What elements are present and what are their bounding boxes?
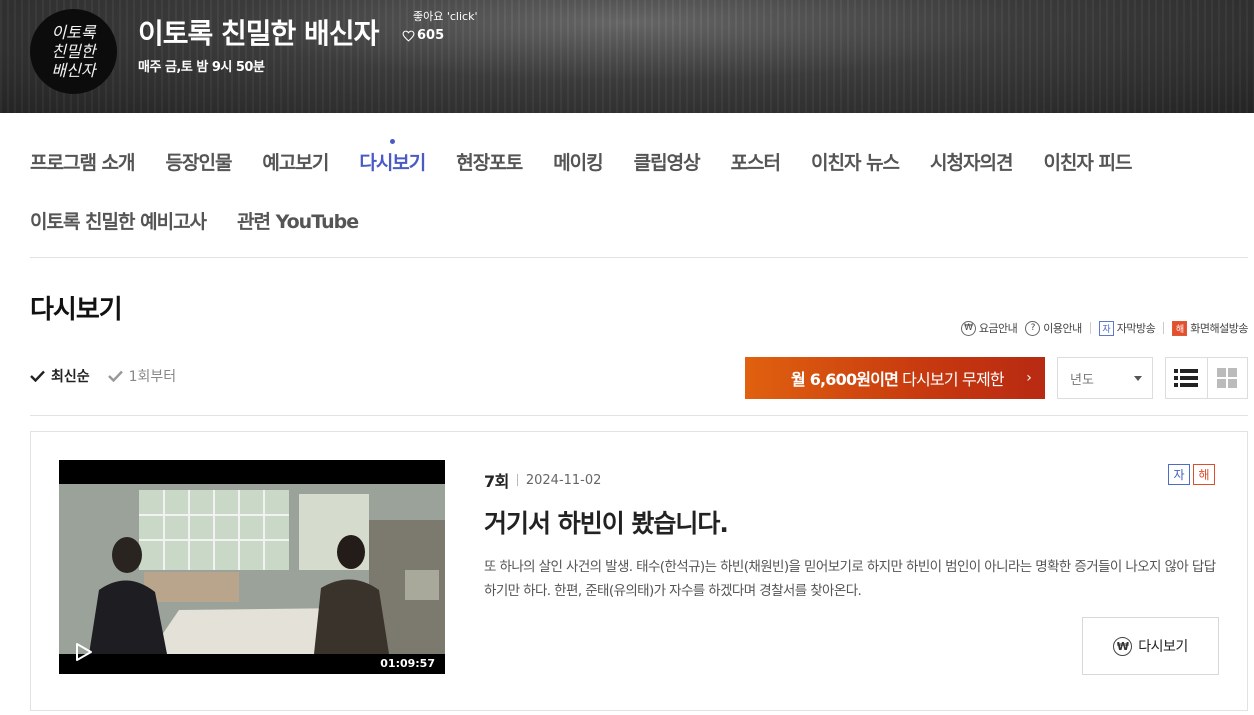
grid-view-button[interactable] [1206,358,1248,398]
divider [1163,322,1165,334]
grid-icon [1217,368,1238,388]
nav-item-row1-10[interactable]: 이친자 피드 [1043,148,1132,175]
nav-item-row1-9[interactable]: 시청자의견 [930,148,1013,175]
caret-down-icon [1134,376,1142,381]
list-view-button[interactable] [1166,358,1207,398]
nav-item-row1-7[interactable]: 포스터 [731,148,781,175]
nav-item-row2-1[interactable]: 관련 YouTube [237,207,359,234]
nav-row-2: 이토록 친밀한 예비고사 관련 YouTube [30,204,1248,236]
subtitle-badge: 자 [1168,464,1190,485]
nav-item-row2-0[interactable]: 이토록 친밀한 예비고사 [30,207,207,234]
won-circle-icon: ₩ [960,320,976,336]
won-circle-icon: ₩ [1113,636,1133,656]
like-button[interactable]: 605 [402,28,444,43]
nav-item-row1-5[interactable]: 메이킹 [553,148,603,175]
logo-line-2: 친밀한 [51,42,96,61]
question-circle-icon: ? [1025,320,1041,336]
episode-number: 7회 [484,472,509,491]
subtitle-broadcast-label: 자막방송 [1116,322,1156,335]
usage-guide-label: 이용안내 [1043,322,1082,335]
sort-options: 최신순 1회부터 [30,366,176,386]
divider [516,474,518,486]
logo-line-1: 이토록 [51,23,96,42]
audio-description-icon: 해 [1172,320,1188,336]
sort-first-button[interactable]: 1회부터 [107,366,177,386]
usage-guide-link[interactable]: ? 이용안내 [1025,320,1082,336]
subtitle-icon: 자 [1098,320,1114,336]
promo-price: 월 6,600원이면 [791,370,899,389]
nav-item-row1-3[interactable]: 다시보기 [359,138,426,175]
episode-badges: 자 해 [1168,464,1215,485]
fee-guide-label: 요금안내 [978,322,1018,335]
logo-line-3: 배신자 [51,61,96,80]
episode-meta: 7회 2024-11-02 [484,468,601,492]
thumbnail-scene-image [59,460,445,674]
program-header: 이토록 친밀한 배신자 이토록 친밀한 배신자 좋아요 'click' 605 … [0,0,1254,113]
check-icon [107,370,123,382]
episode-date: 2024-11-02 [525,472,602,488]
broadcast-schedule: 매주 금,토 밤 9시 50분 [138,60,265,75]
nav-item-row1-2[interactable]: 예고보기 [262,148,329,175]
episode-title[interactable]: 거기서 하빈이 봤습니다. [484,504,729,540]
audio-description-link[interactable]: 해 화면해설방송 [1172,320,1248,336]
play-icon [76,643,92,661]
nav-item-row1-8[interactable]: 이친자 뉴스 [811,148,900,175]
rewatch-label: 다시보기 [1138,639,1188,655]
audio-description-badge: 해 [1193,464,1215,485]
divider [30,257,1248,258]
page-title: 다시보기 [30,295,123,325]
audio-description-label: 화면해설방송 [1190,322,1248,335]
episode-thumbnail[interactable]: 01:09:57 [59,460,445,674]
nav-item-row1-6[interactable]: 클립영상 [634,148,701,175]
divider [30,415,1248,416]
like-click-label[interactable]: 좋아요 'click' [413,8,477,24]
year-select[interactable]: 년도 [1057,357,1153,399]
nav-item-row1-0[interactable]: 프로그램 소개 [30,148,135,175]
chevron-right-icon: › [1026,370,1032,386]
nav-row-1: 프로그램 소개 등장인물 예고보기 다시보기 현장포토 메이킹 클립영상 포스터 이친자 뉴스 시… [30,138,1248,177]
nav-item-row1-4[interactable]: 현장포토 [456,148,523,175]
program-nav: 프로그램 소개 등장인물 예고보기 다시보기 현장포토 메이킹 클립영상 포스터 이친자 뉴스 시… [30,138,1248,236]
view-toggle [1165,357,1248,399]
subtitle-broadcast-link[interactable]: 자 자막방송 [1098,320,1156,336]
sort-first-label: 1회부터 [128,369,177,385]
episode-description: 또 하나의 살인 사건의 발생. 태수(한석규)는 하빈(채원빈)을 믿어보기로… [484,559,1216,599]
check-icon [30,370,45,382]
episode-duration: 01:09:57 [380,657,435,670]
subscription-promo-button[interactable]: 월 6,600원이면 다시보기 무제한 › [745,357,1045,399]
promo-text: 다시보기 무제한 [902,370,1005,389]
like-count: 605 [417,28,445,43]
program-title: 이토록 친밀한 배신자 [138,17,379,50]
info-links: ₩ 요금안내 ? 이용안내 자 자막방송 해 화면해설방송 [960,320,1248,336]
year-select-value: 년도 [1070,372,1094,388]
fee-guide-link[interactable]: ₩ 요금안내 [960,320,1018,336]
sort-latest-label: 최신순 [51,369,90,385]
list-icon [1174,369,1199,387]
heart-icon [402,30,415,42]
rewatch-button[interactable]: ₩ 다시보기 [1082,617,1219,675]
program-logo[interactable]: 이토록 친밀한 배신자 [30,9,117,94]
sort-latest-button[interactable]: 최신순 [30,366,90,386]
nav-item-row1-1[interactable]: 등장인물 [166,148,233,175]
divider [1089,322,1091,334]
episode-card: 01:09:57 7회 2024-11-02 자 해 거기서 하빈이 봤습니다.… [30,431,1248,711]
